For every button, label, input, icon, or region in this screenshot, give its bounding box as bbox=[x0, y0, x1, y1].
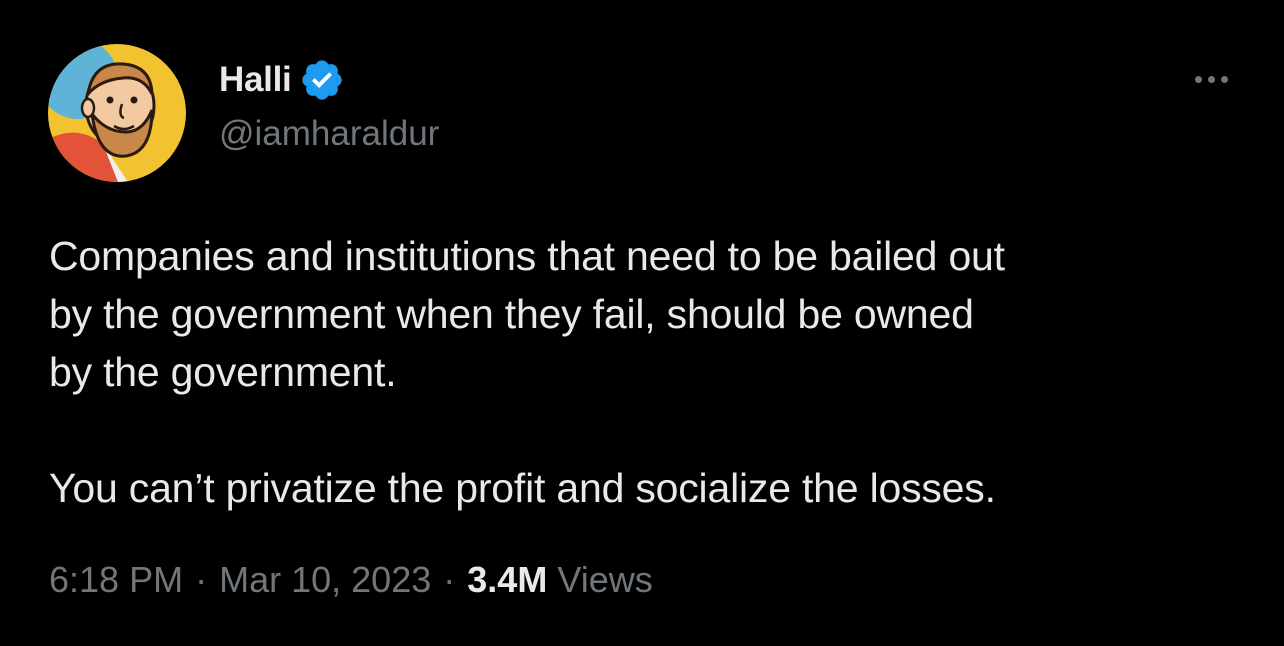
tweet-line: by the government when they fail, should… bbox=[49, 291, 974, 337]
more-dot bbox=[1220, 75, 1228, 83]
tweet-text: Companies and institutions that need to … bbox=[49, 227, 1249, 517]
avatar[interactable] bbox=[48, 44, 186, 182]
meta-separator: · bbox=[195, 559, 208, 600]
tweet-date[interactable]: Mar 10, 2023 bbox=[219, 559, 431, 600]
meta-separator: · bbox=[443, 559, 456, 600]
views-label[interactable]: Views bbox=[557, 559, 652, 600]
avatar-illustration bbox=[48, 44, 186, 182]
more-dot bbox=[1194, 75, 1202, 83]
tweet-line: Companies and institutions that need to … bbox=[49, 233, 1005, 279]
more-options-icon[interactable] bbox=[1184, 64, 1238, 94]
author-display-name[interactable]: Halli bbox=[219, 60, 292, 100]
tweet-time[interactable]: 6:18 PM bbox=[49, 559, 183, 600]
author-handle[interactable]: @iamharaldur bbox=[219, 114, 439, 154]
tweet-line: by the government. bbox=[49, 349, 397, 395]
tweet-meta: 6:18 PM · Mar 10, 2023 · 3.4M Views bbox=[49, 559, 653, 601]
views-count[interactable]: 3.4M bbox=[467, 559, 547, 600]
tweet-paragraph: You can’t privatize the profit and socia… bbox=[49, 465, 996, 511]
author-name-row[interactable]: Halli bbox=[219, 58, 345, 102]
more-dot bbox=[1207, 75, 1215, 83]
verified-badge-icon[interactable] bbox=[299, 57, 345, 103]
